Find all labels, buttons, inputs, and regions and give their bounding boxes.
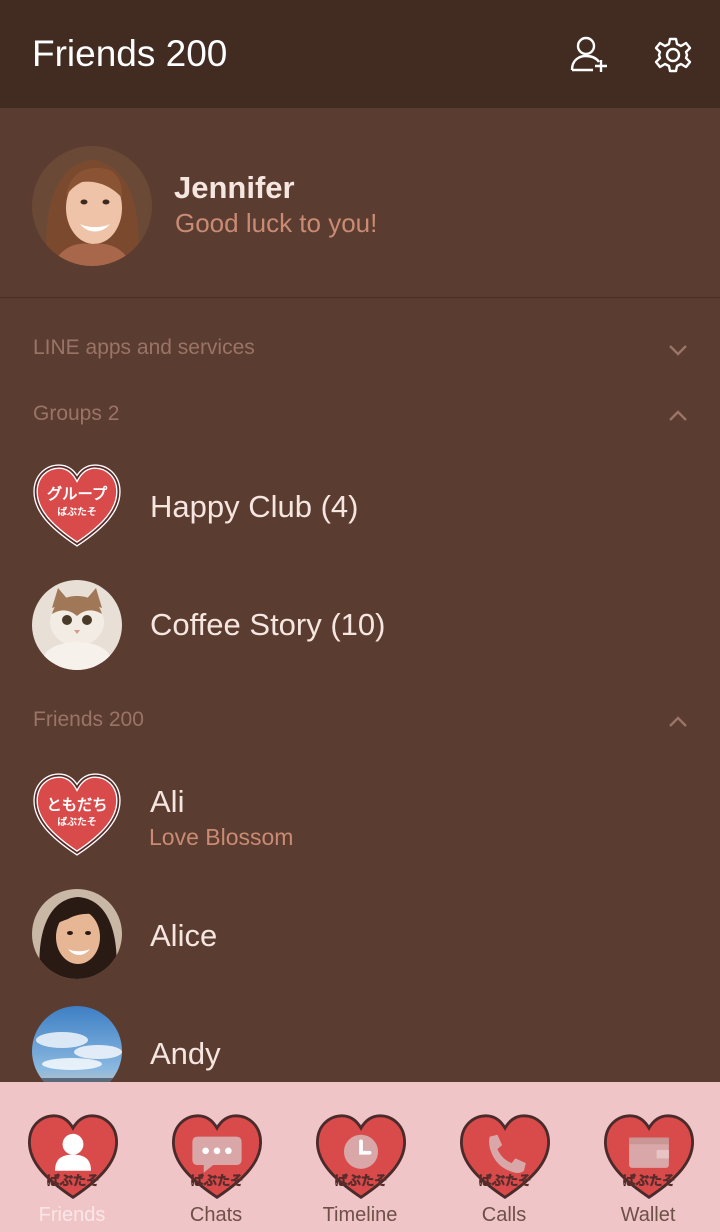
section-label: Groups 2 xyxy=(33,402,120,425)
section-line-apps[interactable]: LINE apps and services xyxy=(0,320,720,380)
tab-friends[interactable]: ばぶたそ Friends xyxy=(0,1082,144,1232)
tab-label: Timeline xyxy=(322,1204,398,1226)
heart-subtext: ばぶたそ xyxy=(57,505,97,518)
add-friend-icon xyxy=(570,36,607,72)
section-label: Friends 200 xyxy=(33,708,144,731)
chevron-up-icon xyxy=(669,410,687,421)
friend-name: Andy xyxy=(150,1036,221,1071)
heart-text: ともだち xyxy=(46,796,107,814)
group-avatar xyxy=(32,580,122,670)
tab-label: Chats xyxy=(189,1204,243,1226)
tab-heart-badge: ばぶたそ xyxy=(604,1114,695,1199)
group-item[interactable]: グループ ばぶたそ Happy Club (4) xyxy=(0,453,720,563)
tab-label: Calls xyxy=(481,1204,527,1226)
tab-heart-text: ばぶたそ xyxy=(478,1173,531,1189)
friend-avatar xyxy=(32,889,122,979)
friend-item[interactable]: ともだち ばぶたそ Ali Love Blossom xyxy=(0,762,720,872)
tab-heart-text: ばぶたそ xyxy=(622,1173,675,1189)
profile-status-message: Good luck to you! xyxy=(175,208,378,238)
heart-subtext: ばぶたそ xyxy=(57,815,97,828)
tab-heart-text: ばぶたそ xyxy=(190,1173,243,1189)
tab-heart-badge: ばぶたそ xyxy=(28,1114,119,1199)
tab-heart-text: ばぶたそ xyxy=(334,1173,387,1189)
tab-heart-badge: ばぶたそ xyxy=(315,1114,407,1199)
heart-text: グループ xyxy=(47,485,108,503)
tab-wallet[interactable]: ばぶたそ Wallet xyxy=(576,1082,720,1232)
chevron-up-icon xyxy=(669,716,687,727)
tab-heart-text: ばぶたそ xyxy=(46,1173,99,1189)
group-heart-icon: グループ ばぶたそ xyxy=(32,463,122,553)
friend-heart-icon: ともだち ばぶたそ xyxy=(32,772,122,862)
friend-name: Ali xyxy=(150,784,185,819)
tab-timeline[interactable]: ばぶたそ Timeline xyxy=(288,1082,432,1232)
clock-icon xyxy=(343,1134,379,1169)
bottom-tab-bar: ばぶたそ Friends ばぶたそ Chats ばぶたそ Timeline ばぶ… xyxy=(0,1082,720,1232)
wallet-icon xyxy=(629,1137,669,1168)
top-header: Friends 200 xyxy=(0,0,720,108)
tab-heart-badge: ばぶたそ xyxy=(171,1114,263,1199)
tab-label: Friends xyxy=(38,1204,106,1226)
tab-calls[interactable]: ばぶたそ Calls xyxy=(432,1082,576,1232)
section-label: LINE apps and services xyxy=(33,336,255,359)
add-friend-button[interactable] xyxy=(565,30,615,80)
chevron-down-icon xyxy=(669,345,687,356)
group-item[interactable]: Coffee Story (10) xyxy=(0,570,720,680)
group-name: Coffee Story (10) xyxy=(150,607,386,642)
tab-heart-badge: ばぶたそ xyxy=(459,1114,551,1199)
profile-name: Jennifer xyxy=(174,170,295,205)
group-name: Happy Club (4) xyxy=(150,489,359,524)
tab-chats[interactable]: ばぶたそ Chats xyxy=(144,1082,288,1232)
tab-label: Wallet xyxy=(620,1204,676,1226)
friend-item[interactable]: Alice xyxy=(0,879,720,989)
section-groups[interactable]: Groups 2 xyxy=(0,386,720,446)
gear-icon xyxy=(654,37,692,73)
profile-avatar[interactable] xyxy=(32,146,152,266)
section-friends[interactable]: Friends 200 xyxy=(0,692,720,752)
my-profile[interactable]: Jennifer Good luck to you! xyxy=(0,108,720,298)
page-title: Friends 200 xyxy=(32,33,228,74)
settings-button[interactable] xyxy=(648,30,698,80)
friend-status-message: Love Blossom xyxy=(149,824,294,850)
friend-name: Alice xyxy=(150,918,218,953)
